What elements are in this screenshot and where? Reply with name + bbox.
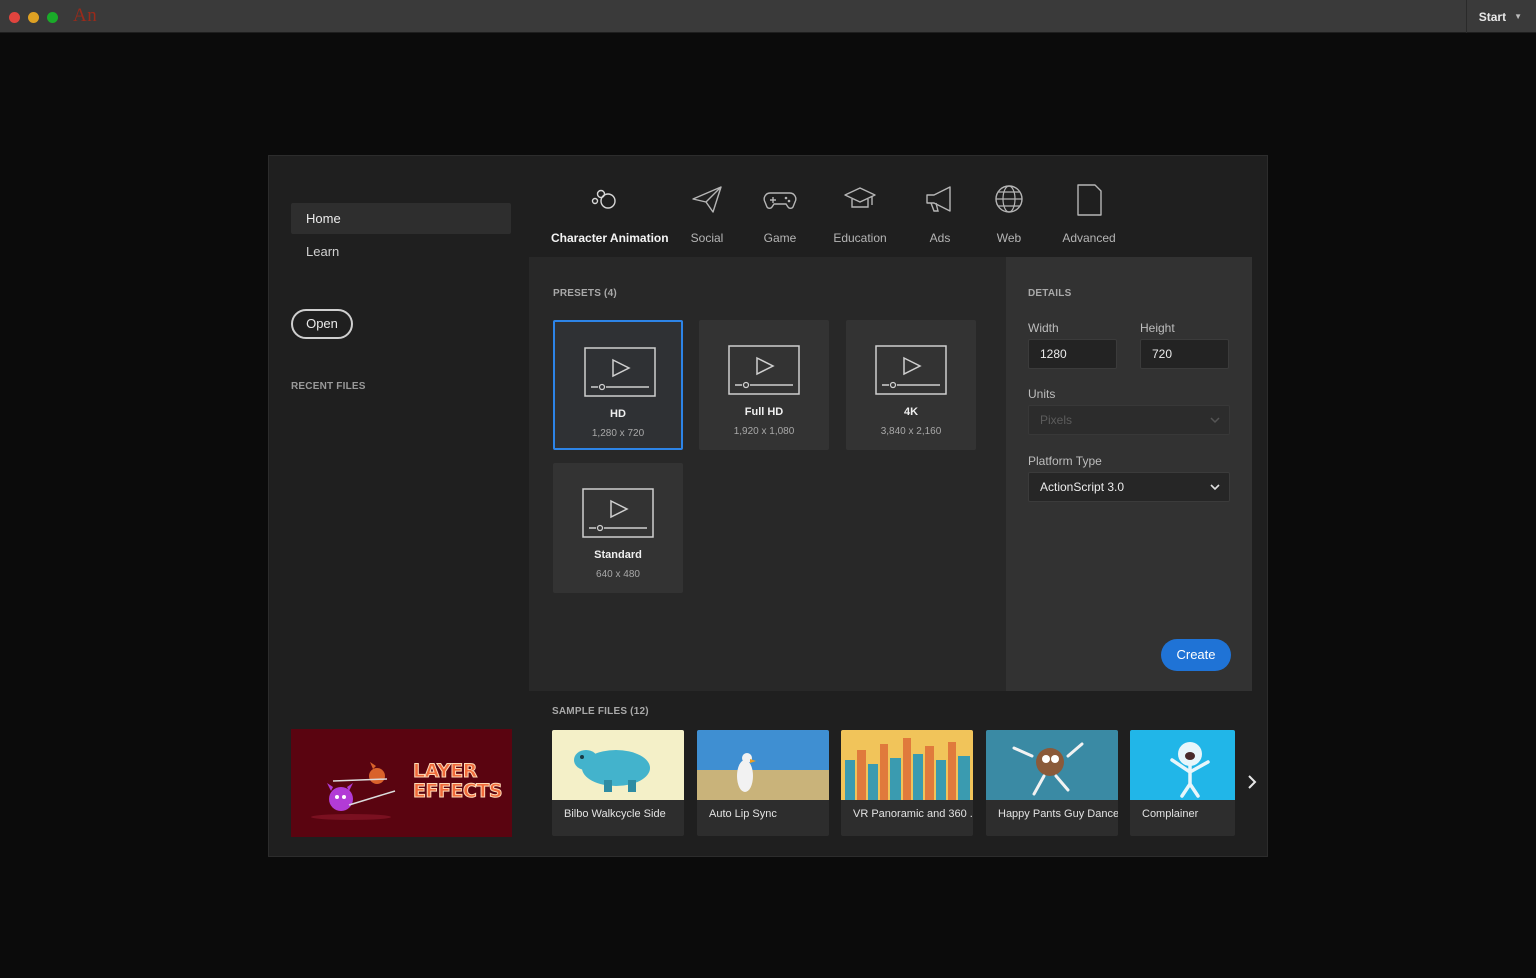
- tab-label: Game: [763, 231, 797, 245]
- video-preset-icon: [728, 345, 800, 395]
- preset-dimensions: 640 x 480: [596, 569, 640, 580]
- promo-line-1: LAYER: [412, 760, 477, 782]
- sample-file-label: Auto Lip Sync: [709, 808, 777, 820]
- units-value: Pixels: [1040, 413, 1073, 427]
- platform-type-select[interactable]: ActionScript 3.0: [1028, 472, 1230, 502]
- gamepad-icon: [763, 192, 797, 209]
- chevron-right-icon[interactable]: [1245, 773, 1259, 791]
- tab-web[interactable]: Web: [989, 181, 1029, 259]
- tab-label: Advanced: [1062, 231, 1116, 245]
- preset-name: 4K: [903, 406, 919, 418]
- preset-dimensions: 1,920 x 1,080: [733, 426, 795, 437]
- start-screen: Home Learn Open RECENT FILES LAYER EFFEC…: [268, 155, 1268, 857]
- sample-file-card[interactable]: Bilbo Walkcycle Side: [552, 730, 684, 836]
- width-field[interactable]: 1280: [1028, 339, 1117, 369]
- tab-label: Social: [690, 231, 724, 245]
- promo-title: LAYER EFFECTS: [412, 760, 503, 802]
- preset-card-hd[interactable]: HD 1,280 x 720: [553, 320, 683, 450]
- tab-label: Ads: [929, 231, 951, 245]
- paper-plane-icon: [692, 186, 722, 213]
- preset-name: Standard: [594, 549, 642, 561]
- height-label: Height: [1140, 321, 1175, 335]
- sample-file-label: Happy Pants Guy Dance: [998, 808, 1118, 820]
- sample-thumbnail: [552, 730, 684, 800]
- create-button[interactable]: Create: [1161, 639, 1231, 671]
- sidebar-item-home[interactable]: Home: [291, 203, 511, 234]
- globe-icon: [995, 185, 1023, 213]
- sample-file-label: Complainer: [1142, 808, 1199, 820]
- promo-banner[interactable]: LAYER EFFECTS: [291, 729, 512, 837]
- sample-file-card[interactable]: Complainer: [1130, 730, 1235, 836]
- chevron-down-icon: [1210, 417, 1220, 424]
- preset-name: Full HD: [744, 406, 784, 418]
- sample-file-card[interactable]: Happy Pants Guy Dance: [986, 730, 1118, 836]
- open-button[interactable]: Open: [291, 309, 353, 339]
- document-icon: [1077, 184, 1102, 216]
- close-window-button[interactable]: [9, 12, 20, 23]
- tab-character-animation[interactable]: Character Animation: [551, 181, 669, 259]
- title-bar: An Start ▼: [0, 0, 1536, 33]
- tab-social[interactable]: Social: [677, 181, 737, 259]
- sample-thumbnail: [697, 730, 829, 800]
- details-title: DETAILS: [1028, 288, 1072, 299]
- sample-thumbnail: [1130, 730, 1235, 800]
- video-preset-icon: [584, 347, 656, 397]
- video-preset-icon: [875, 345, 947, 395]
- video-preset-icon: [582, 488, 654, 538]
- zoom-window-button[interactable]: [47, 12, 58, 23]
- recent-files-title: RECENT FILES: [291, 381, 366, 392]
- minimize-window-button[interactable]: [28, 12, 39, 23]
- preset-dimensions: 3,840 x 2,160: [880, 426, 942, 437]
- width-label: Width: [1028, 321, 1059, 335]
- tab-education[interactable]: Education: [829, 181, 891, 259]
- tab-label: Character Animation: [551, 231, 669, 245]
- tab-game[interactable]: Game: [754, 181, 806, 259]
- sample-files-title: SAMPLE FILES (12): [552, 706, 649, 717]
- sidebar-item-learn[interactable]: Learn: [291, 236, 511, 267]
- sample-thumbnail: [841, 730, 973, 800]
- preset-card-full-hd[interactable]: Full HD 1,920 x 1,080: [699, 320, 829, 450]
- workspace-switcher[interactable]: Start ▼: [1465, 0, 1522, 33]
- tab-advanced[interactable]: Advanced: [1061, 181, 1117, 259]
- tab-label: Web: [996, 231, 1022, 245]
- platform-type-label: Platform Type: [1028, 454, 1102, 468]
- height-field[interactable]: 720: [1140, 339, 1229, 369]
- character-animation-icon: [591, 189, 616, 209]
- preset-card-standard[interactable]: Standard 640 x 480: [553, 463, 683, 593]
- sample-file-card[interactable]: Auto Lip Sync: [697, 730, 829, 836]
- details-panel: DETAILS Width 1280 Height 720 Units Pixe…: [1006, 257, 1252, 691]
- preset-card-4k[interactable]: 4K 3,840 x 2,160: [846, 320, 976, 450]
- tab-label: Education: [833, 231, 887, 245]
- megaphone-icon: [926, 186, 951, 212]
- sample-thumbnail: [986, 730, 1118, 800]
- sample-file-label: Bilbo Walkcycle Side: [564, 808, 666, 820]
- app-logo: An: [73, 5, 98, 26]
- tab-ads[interactable]: Ads: [920, 181, 960, 259]
- units-label: Units: [1028, 387, 1056, 401]
- chevron-down-icon: [1210, 484, 1220, 491]
- workspace-label: Start: [1478, 9, 1507, 24]
- preset-name: HD: [610, 408, 626, 420]
- platform-type-value: ActionScript 3.0: [1040, 480, 1125, 494]
- units-select: Pixels: [1028, 405, 1230, 435]
- presets-panel: PRESETS (4) HD 1,280 x 720 Full HD 1,920: [529, 257, 1006, 691]
- sample-file-card[interactable]: VR Panoramic and 360 ...: [841, 730, 973, 836]
- graduation-cap-icon: [844, 187, 876, 208]
- promo-line-2: EFFECTS: [412, 780, 503, 802]
- sample-file-label: VR Panoramic and 360 ...: [853, 808, 973, 820]
- chevron-down-icon: ▼: [1514, 12, 1522, 21]
- preset-dimensions: 1,280 x 720: [591, 428, 645, 439]
- presets-title: PRESETS (4): [553, 288, 617, 299]
